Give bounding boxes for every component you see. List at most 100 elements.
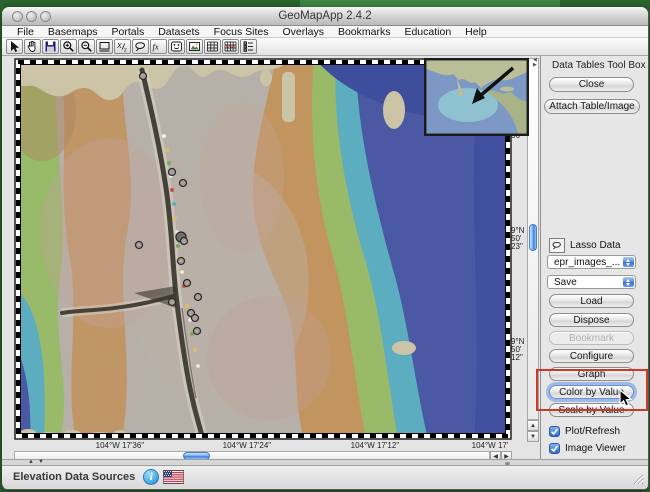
grid-button[interactable] bbox=[204, 39, 221, 54]
dispose-label: Dispose bbox=[573, 315, 609, 326]
svg-text:z: z bbox=[124, 48, 127, 54]
station-point[interactable] bbox=[178, 258, 185, 265]
svg-text:NASA: NASA bbox=[226, 45, 236, 49]
menu-portals[interactable]: Portals bbox=[105, 26, 152, 38]
scroll-down-button[interactable]: ▼ bbox=[527, 431, 539, 442]
station-point[interactable] bbox=[181, 238, 188, 245]
menu-bookmarks[interactable]: Bookmarks bbox=[331, 26, 398, 38]
dispose-button[interactable]: Dispose bbox=[549, 313, 634, 327]
pointer-button[interactable] bbox=[6, 39, 23, 54]
svg-text:X: X bbox=[116, 43, 122, 50]
info-icon[interactable]: i bbox=[143, 469, 159, 485]
zoom-out-button[interactable] bbox=[78, 39, 95, 54]
select-area-icon bbox=[98, 40, 111, 53]
menu-help[interactable]: Help bbox=[458, 26, 494, 38]
plot-refresh-checkbox-row: Plot/Refresh bbox=[549, 426, 620, 437]
layer-list-button[interactable] bbox=[240, 39, 257, 54]
image-viewer-checkbox[interactable] bbox=[549, 443, 560, 454]
collapse-up-icon[interactable]: ▲ bbox=[28, 459, 34, 465]
splitter-divider[interactable]: ▲ ▼ bbox=[2, 459, 648, 466]
station-point[interactable] bbox=[180, 180, 187, 187]
load-button[interactable]: Load bbox=[549, 294, 634, 308]
station-point[interactable] bbox=[192, 315, 199, 322]
layer-list-icon bbox=[242, 40, 255, 53]
save-select-value: Save bbox=[554, 277, 577, 288]
resize-grip[interactable] bbox=[631, 472, 644, 485]
screen: GeoMapApp 2.4.2 FileBasemapsPortalsDatas… bbox=[0, 0, 650, 492]
stepper-icon[interactable] bbox=[623, 277, 634, 287]
station-point[interactable] bbox=[140, 73, 147, 80]
image-viewer-button[interactable] bbox=[186, 39, 203, 54]
bookmark-button: Bookmark bbox=[549, 331, 634, 345]
pan-hand-icon bbox=[26, 40, 39, 53]
attach-table-image-button[interactable]: Attach Table/Image bbox=[544, 99, 640, 114]
menu-file[interactable]: File bbox=[10, 26, 41, 38]
select-area-button[interactable] bbox=[96, 39, 113, 54]
station-point[interactable] bbox=[194, 328, 201, 335]
function-fx-button[interactable]: fx bbox=[150, 39, 167, 54]
status-bar: Elevation Data Sources i bbox=[2, 466, 648, 488]
function-fx-icon: fx bbox=[152, 40, 165, 53]
zoom-in-button[interactable] bbox=[60, 39, 77, 54]
menu-datasets[interactable]: Datasets bbox=[151, 26, 206, 38]
check-icon bbox=[550, 444, 559, 453]
lon-label: 104°W 17' bbox=[472, 441, 509, 450]
save-select-dropdown[interactable]: Save bbox=[547, 275, 636, 289]
lasso-button[interactable] bbox=[132, 39, 149, 54]
menu-bar: FileBasemapsPortalsDatasetsFocus SitesOv… bbox=[2, 26, 648, 38]
scroll-up-button[interactable]: ▲ bbox=[527, 420, 539, 431]
toolbar: Xz fx NASA bbox=[2, 38, 648, 56]
vertical-scrollbar-thumb[interactable] bbox=[529, 224, 537, 251]
table-select-dropdown[interactable]: epr_images_... bbox=[547, 255, 636, 269]
menu-basemaps[interactable]: Basemaps bbox=[41, 26, 105, 38]
lon-label: 104°W 17'12'' bbox=[351, 441, 400, 450]
station-point[interactable] bbox=[169, 299, 176, 306]
image-viewer-icon bbox=[188, 40, 201, 53]
pan-hand-button[interactable] bbox=[24, 39, 41, 54]
station-point[interactable] bbox=[195, 294, 202, 301]
collapse-down-icon[interactable]: ▼ bbox=[38, 459, 44, 465]
station-point[interactable] bbox=[184, 280, 191, 287]
configure-button[interactable]: Configure bbox=[549, 349, 634, 363]
plot-refresh-label: Plot/Refresh bbox=[565, 426, 620, 437]
zoom-out-icon bbox=[80, 40, 93, 53]
zoom-in-icon bbox=[62, 40, 75, 53]
grid-icon bbox=[206, 40, 219, 53]
profile-xz-button[interactable]: Xz bbox=[114, 39, 131, 54]
pointer-icon bbox=[8, 40, 21, 53]
attach-button-label: Attach Table/Image bbox=[549, 101, 634, 112]
configure-label: Configure bbox=[570, 351, 613, 362]
splitter-collapse-left-icon[interactable]: ◀▶ bbox=[533, 58, 537, 68]
us-flag-icon[interactable] bbox=[163, 470, 184, 484]
station-point[interactable] bbox=[136, 242, 143, 249]
menu-overlays[interactable]: Overlays bbox=[276, 26, 331, 38]
load-label: Load bbox=[580, 296, 602, 307]
image-viewer-checkbox-row: Image Viewer bbox=[549, 443, 626, 454]
smiley-button[interactable] bbox=[168, 39, 185, 54]
divider-handle[interactable] bbox=[505, 462, 510, 465]
lasso-icon bbox=[134, 40, 147, 53]
check-icon bbox=[550, 427, 559, 436]
image-viewer-label: Image Viewer bbox=[565, 443, 626, 454]
lon-label: 104°W 17'24'' bbox=[223, 441, 272, 450]
mouse-cursor bbox=[619, 389, 632, 408]
stepper-icon[interactable] bbox=[623, 257, 634, 267]
svg-text:fx: fx bbox=[153, 42, 159, 52]
inset-map bbox=[424, 58, 529, 136]
lon-label: 104°W 17'36'' bbox=[96, 441, 145, 450]
station-point[interactable] bbox=[169, 169, 176, 176]
status-text: Elevation Data Sources bbox=[13, 471, 135, 483]
nasa-grid-icon: NASA bbox=[224, 40, 237, 53]
profile-xz-icon: Xz bbox=[116, 40, 129, 53]
menu-focus-sites[interactable]: Focus Sites bbox=[207, 26, 276, 38]
menu-education[interactable]: Education bbox=[397, 26, 458, 38]
plot-refresh-checkbox[interactable] bbox=[549, 426, 560, 437]
bookmark-label: Bookmark bbox=[569, 333, 614, 344]
close-button[interactable]: Close bbox=[549, 77, 634, 92]
save-button[interactable] bbox=[42, 39, 59, 54]
lasso-data-label: Lasso Data bbox=[570, 240, 621, 251]
panel-title: Data Tables Tool Box bbox=[552, 60, 646, 71]
nasa-grid-button[interactable]: NASA bbox=[222, 39, 239, 54]
window-title: GeoMapApp 2.4.2 bbox=[2, 10, 648, 22]
lasso-icon[interactable] bbox=[549, 238, 565, 253]
